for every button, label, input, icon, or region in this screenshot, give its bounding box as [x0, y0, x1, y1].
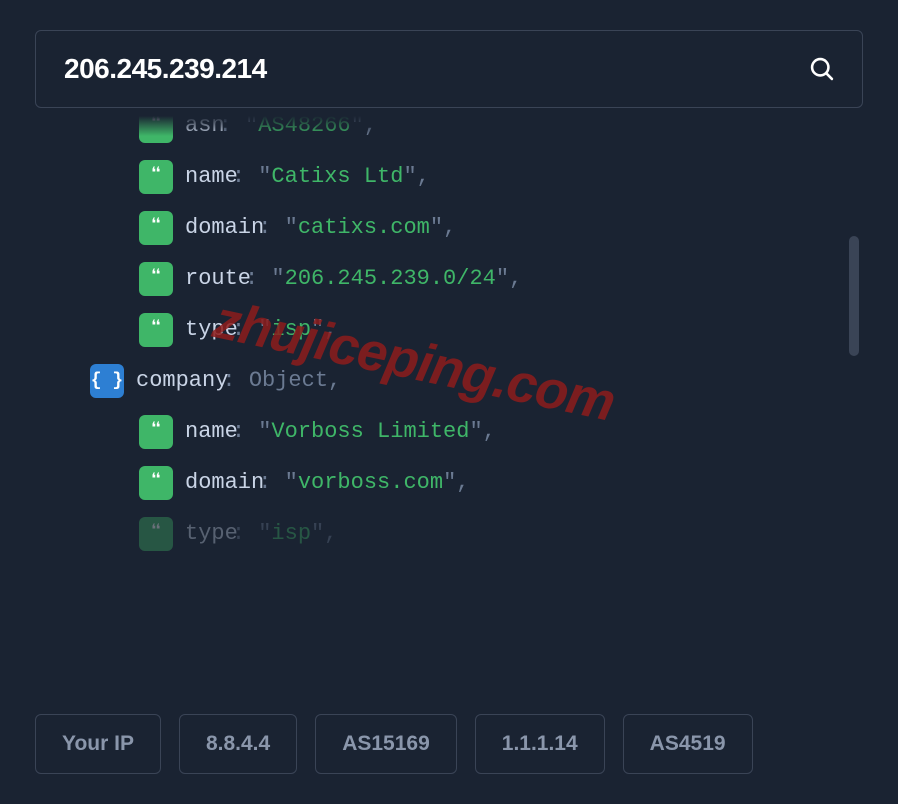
scrollbar-thumb[interactable]	[849, 236, 859, 356]
string-icon: ❝	[139, 466, 173, 500]
json-key: domain	[185, 215, 264, 240]
json-key: company	[136, 368, 228, 393]
json-value: vorboss.com	[298, 470, 443, 495]
search-button[interactable]	[800, 47, 844, 91]
string-icon: ❝	[139, 211, 173, 245]
json-key: name	[185, 419, 238, 444]
json-key: type	[185, 521, 238, 546]
chip-your-ip[interactable]: Your IP	[35, 714, 161, 774]
json-field-name: ❝ name: "Catixs Ltd",	[35, 151, 863, 202]
json-field-asn: ❝ asn: "AS48266",	[35, 116, 863, 151]
chip-as4519[interactable]: AS4519	[623, 714, 753, 774]
json-field-company-name: ❝ name: "Vorboss Limited",	[35, 406, 863, 457]
json-value: AS48266	[258, 116, 350, 138]
string-icon: ❝	[139, 116, 173, 143]
json-value: 206.245.239.0/24	[285, 266, 496, 291]
json-field-domain: ❝ domain: "catixs.com",	[35, 202, 863, 253]
json-field-company-type: ❝ type: "isp",	[35, 508, 863, 559]
string-icon: ❝	[139, 262, 173, 296]
json-key: route	[185, 266, 251, 291]
object-icon: { }	[90, 364, 124, 398]
string-icon: ❝	[139, 313, 173, 347]
json-value: Vorboss Limited	[271, 419, 469, 444]
string-icon: ❝	[139, 415, 173, 449]
chip-as15169[interactable]: AS15169	[315, 714, 457, 774]
search-bar	[35, 30, 863, 108]
json-field-route: ❝ route: "206.245.239.0/24",	[35, 253, 863, 304]
search-input[interactable]	[64, 53, 800, 85]
chip-8844[interactable]: 8.8.4.4	[179, 714, 297, 774]
json-viewer[interactable]: ❝ asn: "AS48266", ❝ name: "Catixs Ltd", …	[35, 116, 863, 696]
json-object-company[interactable]: { } company: Object,	[35, 355, 863, 406]
json-key: type	[185, 317, 238, 342]
json-value: catixs.com	[298, 215, 430, 240]
string-icon: ❝	[139, 517, 173, 551]
search-icon	[808, 55, 836, 83]
json-value: isp	[271, 521, 311, 546]
json-type: Object	[249, 368, 328, 393]
suggestion-chips: Your IP 8.8.4.4 AS15169 1.1.1.14 AS4519	[35, 714, 863, 774]
json-value: Catixs Ltd	[271, 164, 403, 189]
json-field-company-domain: ❝ domain: "vorboss.com",	[35, 457, 863, 508]
json-field-type: ❝ type: "isp",	[35, 304, 863, 355]
json-key: domain	[185, 470, 264, 495]
json-value: isp	[271, 317, 311, 342]
json-key: name	[185, 164, 238, 189]
chip-11114[interactable]: 1.1.1.14	[475, 714, 605, 774]
string-icon: ❝	[139, 160, 173, 194]
